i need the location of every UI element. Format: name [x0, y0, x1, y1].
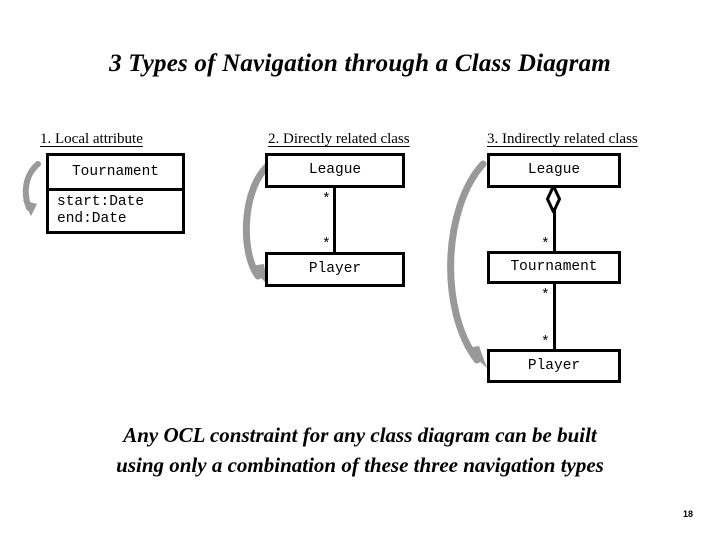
attribute-end-date: end:Date [57, 211, 127, 227]
class-name-player: Player [527, 357, 581, 374]
class-name-league: League [308, 162, 362, 178]
association-line-tournament-player [553, 283, 556, 351]
caption-line-1: Any OCL constraint for any class diagram… [123, 423, 597, 447]
caption-line-2: using only a combination of these three … [116, 453, 604, 477]
class-name-tournament: Tournament [510, 259, 598, 275]
multiplicity-tournament-lower-end: * [541, 288, 550, 304]
page-title: 3 Types of Navigation through a Class Di… [109, 50, 611, 77]
aggregation-diamond-icon [546, 185, 561, 213]
class-box-league-indirect: League [487, 153, 621, 188]
class-box-player-indirect: Player [487, 349, 621, 383]
class-name-player: Player [308, 261, 362, 277]
attribute-start-date: start:Date [57, 194, 145, 210]
class-box-player-direct: Player [265, 252, 405, 287]
class-box-tournament-indirect: Tournament [487, 251, 621, 284]
multiplicity-tournament-upper-end: * [541, 237, 550, 253]
slide-caption: Any OCL constraint for any class diagram… [0, 420, 720, 480]
navigation-arrow-column-1 [22, 161, 41, 216]
column-header-directly-related-class: 2. Directly related class [268, 131, 410, 147]
class-box-tournament-local: Tournament start:Date end:Date [46, 153, 185, 234]
multiplicity-player-end: * [322, 237, 331, 253]
class-attributes-tournament: start:Date end:Date [49, 188, 182, 232]
multiplicity-league-end: * [322, 192, 331, 208]
column-header-indirectly-related-class: 3. Indirectly related class [487, 131, 638, 147]
class-name-tournament: Tournament [71, 163, 159, 180]
multiplicity-player-end: * [541, 335, 550, 351]
column-header-local-attribute: 1. Local attribute [40, 131, 143, 147]
class-box-league-direct: League [265, 153, 405, 188]
class-name-league: League [527, 162, 581, 178]
association-line-league-player [333, 186, 336, 254]
page-number: 18 [682, 509, 693, 519]
